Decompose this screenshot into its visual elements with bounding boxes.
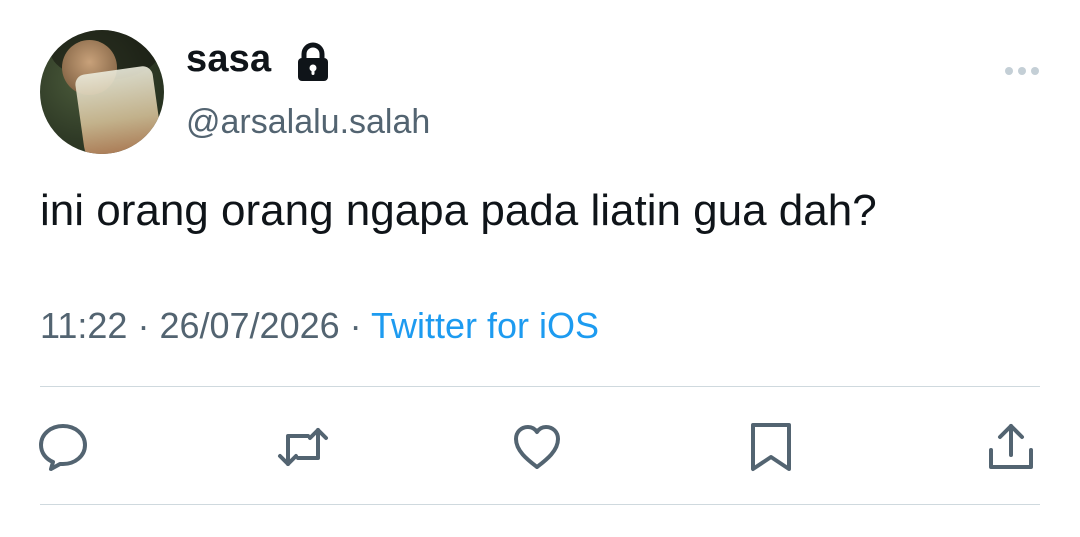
- like-button[interactable]: [510, 420, 564, 474]
- avatar-cup: [74, 65, 164, 154]
- share-button[interactable]: [984, 420, 1038, 474]
- tweet-meta: 11:22 · 26/07/2026 · Twitter for iOS: [40, 305, 599, 347]
- retweet-icon: [278, 428, 328, 466]
- avatar[interactable]: [40, 30, 164, 154]
- tweet-card: sasa @arsalalu.salah ini orang orang nga…: [0, 0, 1080, 537]
- lock-icon: [298, 42, 328, 81]
- display-name[interactable]: sasa: [186, 38, 271, 81]
- more-options-icon[interactable]: [1002, 64, 1042, 78]
- user-handle[interactable]: @arsalalu.salah: [186, 103, 430, 142]
- reply-button[interactable]: [36, 420, 90, 474]
- share-icon: [989, 424, 1033, 469]
- comment-icon: [39, 424, 87, 471]
- bookmark-button[interactable]: [744, 420, 798, 474]
- heart-icon: [514, 425, 560, 469]
- divider: [40, 504, 1040, 505]
- retweet-button[interactable]: [276, 420, 330, 474]
- tweet-text: ini orang orang ngapa pada liatin gua da…: [40, 186, 877, 235]
- tweet-time: 11:22: [40, 305, 128, 346]
- tweet-source-link[interactable]: Twitter for iOS: [371, 305, 599, 346]
- bookmark-icon: [751, 423, 791, 471]
- meta-separator: ·: [137, 305, 150, 346]
- tweet-date[interactable]: 26/07/2026: [159, 305, 339, 346]
- meta-separator: ·: [349, 305, 362, 346]
- divider: [40, 386, 1040, 387]
